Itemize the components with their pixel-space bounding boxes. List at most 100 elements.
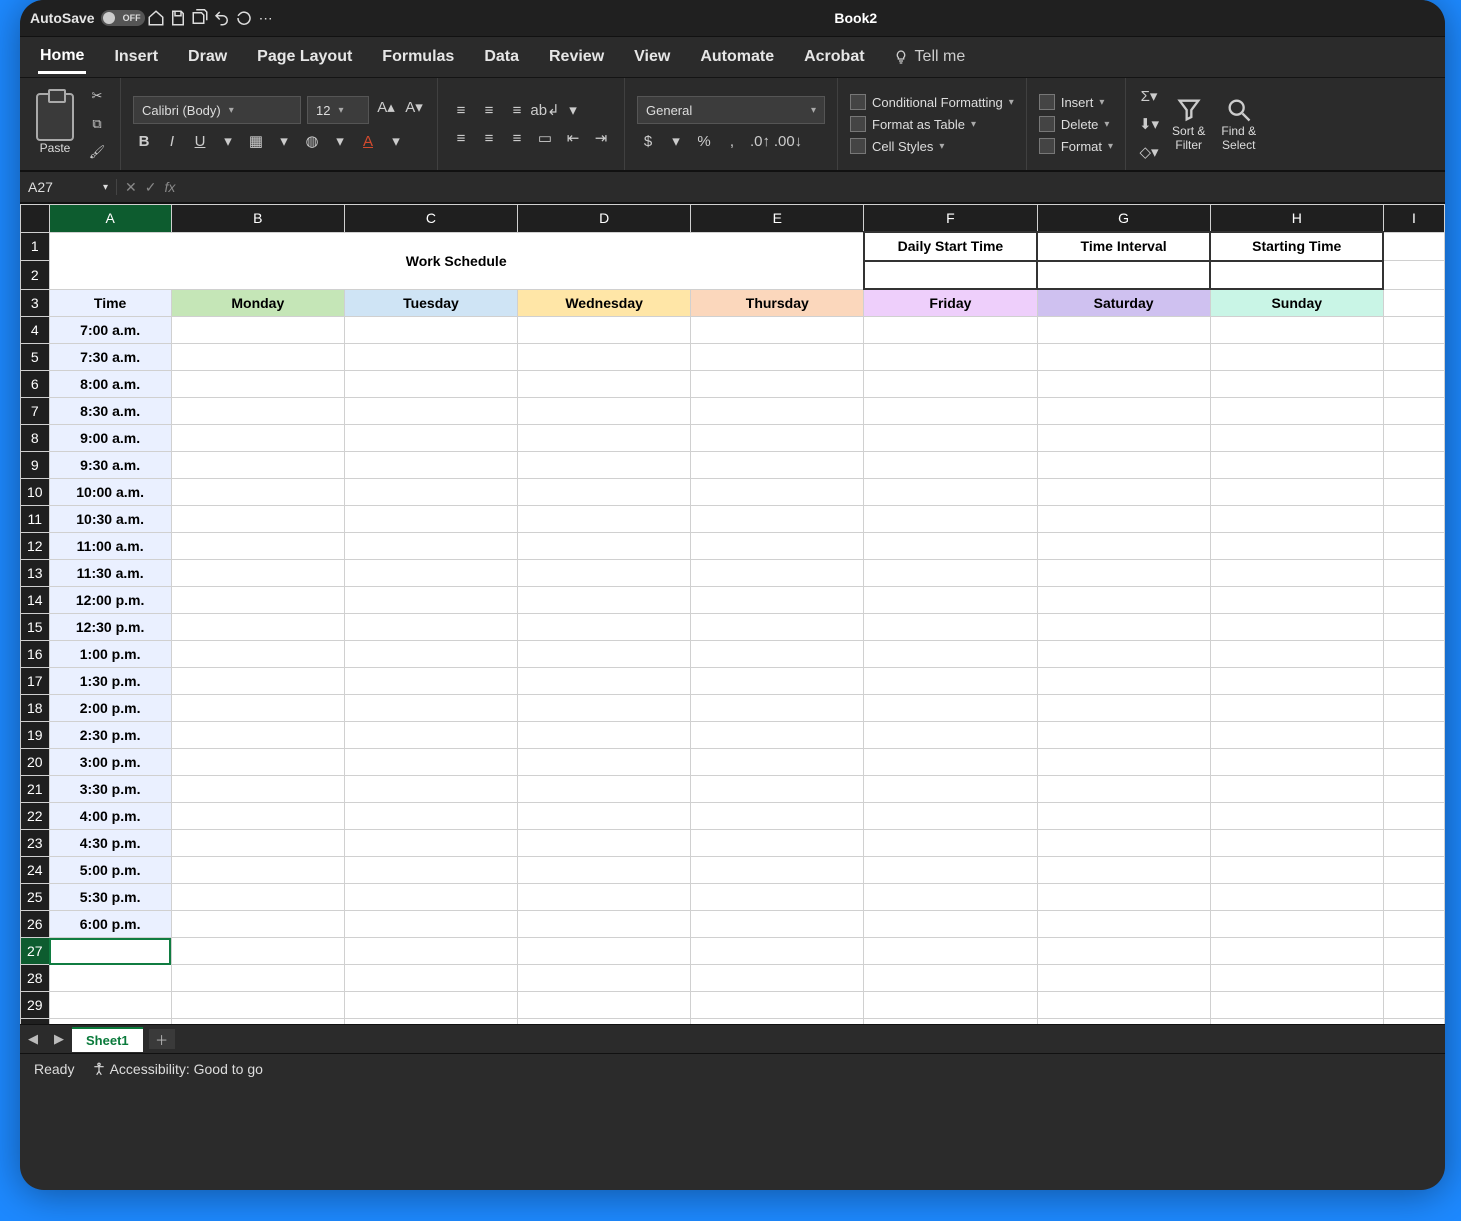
row-header[interactable]: 16 — [21, 641, 50, 668]
starting-time-header[interactable]: Starting Time — [1210, 232, 1383, 261]
cell[interactable] — [1383, 641, 1444, 668]
cell[interactable] — [518, 614, 691, 641]
cell[interactable] — [1383, 560, 1444, 587]
cell[interactable] — [1037, 587, 1210, 614]
cell[interactable] — [691, 749, 864, 776]
cell[interactable] — [518, 938, 691, 965]
cell[interactable] — [1383, 668, 1444, 695]
cell[interactable] — [344, 560, 517, 587]
underline-more-icon[interactable]: ▾ — [217, 130, 239, 152]
merge-icon[interactable]: ▭ — [534, 127, 556, 149]
tab-page-layout[interactable]: Page Layout — [255, 42, 354, 72]
cell[interactable] — [1210, 938, 1383, 965]
cell[interactable] — [1383, 317, 1444, 344]
cell[interactable] — [1037, 884, 1210, 911]
header-monday[interactable]: Monday — [171, 289, 344, 317]
cell[interactable] — [864, 965, 1037, 992]
cell[interactable] — [344, 587, 517, 614]
cell[interactable] — [691, 398, 864, 425]
format-button[interactable]: Format▾ — [1039, 138, 1113, 154]
cell[interactable] — [864, 992, 1037, 1019]
indent-inc-icon[interactable]: ⇥ — [590, 127, 612, 149]
cell[interactable] — [1383, 857, 1444, 884]
cell[interactable] — [171, 560, 344, 587]
cell[interactable] — [1210, 857, 1383, 884]
cell[interactable] — [344, 992, 517, 1019]
row-header[interactable]: 2 — [21, 261, 50, 290]
tab-automate[interactable]: Automate — [698, 42, 776, 72]
cell[interactable] — [1383, 232, 1444, 261]
cell[interactable] — [518, 344, 691, 371]
cell[interactable] — [344, 695, 517, 722]
cell[interactable] — [691, 614, 864, 641]
cell[interactable] — [864, 776, 1037, 803]
cell[interactable] — [518, 452, 691, 479]
cell[interactable] — [1210, 911, 1383, 938]
currency-icon[interactable]: $ — [637, 130, 659, 152]
time-cell[interactable]: 7:00 a.m. — [49, 317, 171, 344]
confirm-icon[interactable]: ✓ — [145, 179, 157, 196]
cell[interactable] — [1037, 938, 1210, 965]
cell[interactable] — [518, 371, 691, 398]
cell[interactable] — [864, 857, 1037, 884]
cancel-icon[interactable]: ✕ — [125, 179, 137, 196]
row-header[interactable]: 6 — [21, 371, 50, 398]
tab-insert[interactable]: Insert — [112, 42, 160, 72]
cell[interactable] — [518, 587, 691, 614]
cell[interactable] — [344, 668, 517, 695]
cell[interactable] — [518, 641, 691, 668]
cell[interactable] — [1383, 452, 1444, 479]
time-cell[interactable]: 7:30 a.m. — [49, 344, 171, 371]
time-cell[interactable]: 4:30 p.m. — [49, 830, 171, 857]
cell[interactable] — [1037, 749, 1210, 776]
row-header[interactable]: 28 — [21, 965, 50, 992]
time-cell[interactable]: 9:00 a.m. — [49, 425, 171, 452]
formula-input[interactable] — [183, 172, 1445, 202]
cell[interactable] — [1210, 614, 1383, 641]
cell[interactable] — [864, 749, 1037, 776]
cell[interactable] — [1383, 344, 1444, 371]
cell[interactable] — [171, 425, 344, 452]
italic-button[interactable]: I — [161, 130, 183, 152]
cell[interactable] — [171, 1019, 344, 1025]
cell[interactable] — [864, 1019, 1037, 1025]
cell[interactable] — [518, 722, 691, 749]
row-header[interactable]: 18 — [21, 695, 50, 722]
cell[interactable] — [518, 668, 691, 695]
cell[interactable] — [864, 803, 1037, 830]
cell[interactable] — [864, 884, 1037, 911]
name-box[interactable]: A27 ▾ — [20, 179, 117, 195]
cell[interactable] — [1037, 965, 1210, 992]
cell[interactable] — [49, 992, 171, 1019]
cell[interactable] — [864, 479, 1037, 506]
font-name-select[interactable]: Calibri (Body)▾ — [133, 96, 301, 124]
row-header[interactable]: 29 — [21, 992, 50, 1019]
cell[interactable] — [1037, 992, 1210, 1019]
number-format-select[interactable]: General▾ — [637, 96, 825, 124]
tab-home[interactable]: Home — [38, 41, 86, 74]
increase-font-icon[interactable]: A▴ — [375, 96, 397, 118]
cell[interactable] — [1037, 1019, 1210, 1025]
cell[interactable] — [518, 560, 691, 587]
row-header[interactable]: 30 — [21, 1019, 50, 1025]
format-painter-icon[interactable]: 🖌 — [86, 141, 108, 163]
cell[interactable] — [1383, 371, 1444, 398]
cell[interactable] — [1383, 614, 1444, 641]
cell[interactable] — [1383, 911, 1444, 938]
cell[interactable] — [344, 1019, 517, 1025]
cell[interactable] — [1037, 857, 1210, 884]
column-header[interactable]: B — [171, 205, 344, 233]
cell[interactable] — [864, 587, 1037, 614]
header-friday[interactable]: Friday — [864, 289, 1037, 317]
cell[interactable] — [864, 317, 1037, 344]
cell[interactable] — [1383, 587, 1444, 614]
cell[interactable] — [344, 722, 517, 749]
cell[interactable] — [49, 965, 171, 992]
cell[interactable] — [1383, 830, 1444, 857]
time-cell[interactable]: 9:30 a.m. — [49, 452, 171, 479]
cell[interactable] — [691, 425, 864, 452]
cell[interactable] — [864, 911, 1037, 938]
format-as-table-button[interactable]: Format as Table▾ — [850, 116, 1014, 132]
time-cell[interactable]: 3:00 p.m. — [49, 749, 171, 776]
cell[interactable] — [518, 479, 691, 506]
